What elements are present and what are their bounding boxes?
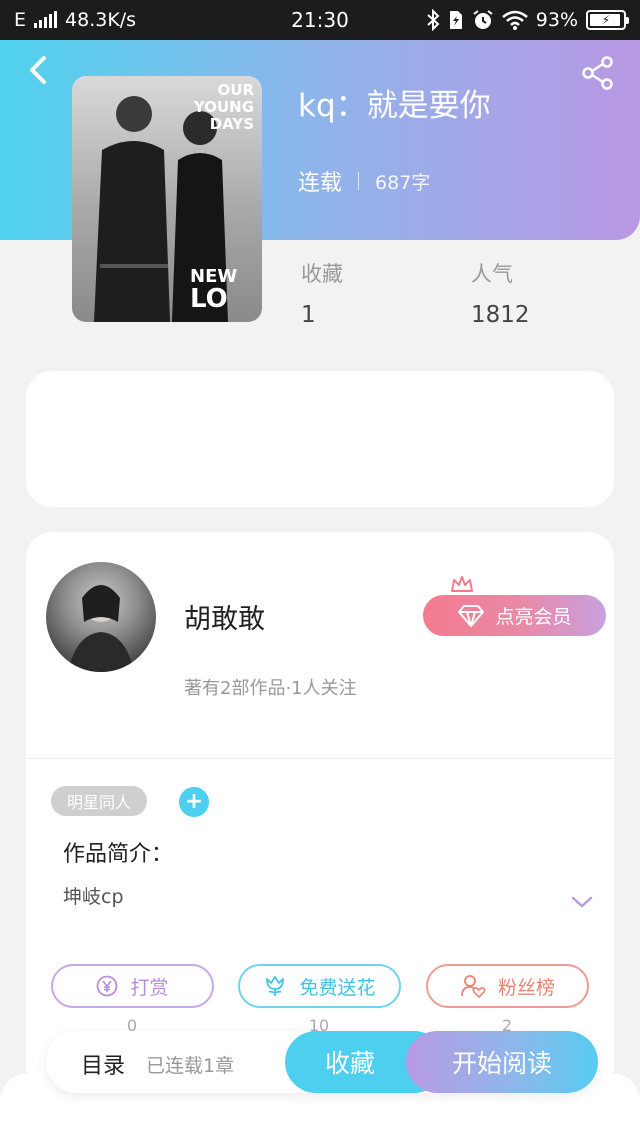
bottom-action-bar: 目录 已连载1章 收藏 开始阅读 [46, 1031, 598, 1093]
book-status: 连载 [298, 171, 343, 196]
stat-value: 1 [301, 302, 316, 328]
tag-star-fanfic[interactable]: 明星同人 [51, 786, 147, 816]
toc-button[interactable]: 目录 [81, 1048, 125, 1080]
status-right: 93% ⚡ [426, 9, 629, 31]
fan-heart-icon [461, 975, 486, 998]
sim-card-icon [449, 11, 462, 29]
avatar-figure [68, 585, 134, 672]
diamond-icon [458, 604, 485, 627]
intro-text: 坤岐cp [63, 886, 124, 908]
stat-favorites: 收藏 1 [301, 258, 343, 328]
crown-icon [451, 576, 473, 592]
cover-line: OUR [217, 81, 254, 99]
network-type: E [14, 9, 27, 31]
fan-ranking-button[interactable]: 粉丝榜 [426, 964, 589, 1008]
wifi-icon [501, 10, 528, 30]
alarm-icon [473, 10, 493, 29]
share-icon[interactable] [580, 55, 616, 91]
chevron-down-icon[interactable] [570, 894, 594, 910]
divider [26, 758, 614, 759]
cover-title-text: OUR YOUNG DAYS [194, 82, 254, 133]
book-meta: 连载 687字 [298, 165, 430, 197]
vip-label: 点亮会员 [495, 606, 572, 628]
cover-line: DAYS [209, 115, 254, 133]
book-title: kq：就是要你 [298, 88, 491, 124]
meta-divider [358, 172, 360, 190]
stat-label: 收藏 [301, 262, 343, 286]
battery-icon: ⚡ [586, 10, 629, 30]
free-flower-label: 免费送花 [299, 976, 376, 999]
start-reading-button[interactable]: 开始阅读 [406, 1031, 598, 1093]
chapter-count: 已连载1章 [146, 1055, 235, 1077]
status-left: E 48.3K/s [14, 9, 136, 31]
bluetooth-icon [427, 9, 440, 31]
tip-button[interactable]: 打赏 [51, 964, 214, 1008]
free-flower-button[interactable]: 免费送花 [238, 964, 401, 1008]
empty-card [26, 371, 614, 507]
book-cover[interactable]: OUR YOUNG DAYS NEW LO [72, 76, 262, 322]
author-info: 著有2部作品·1人关注 [184, 678, 357, 699]
fan-ranking-label: 粉丝榜 [497, 976, 555, 999]
stat-popularity: 人气 1812 [471, 258, 530, 328]
add-tag-button[interactable]: + [179, 787, 209, 817]
battery-percent: 93% [535, 9, 578, 31]
intro-label: 作品简介： [63, 842, 174, 867]
flower-icon [266, 976, 285, 996]
signal-icon [34, 11, 58, 28]
stat-value: 1812 [471, 302, 530, 328]
network-speed: 48.3K/s [65, 9, 137, 31]
tip-label: 打赏 [130, 976, 169, 999]
cover-line: YOUNG [193, 98, 254, 116]
author-name[interactable]: 胡敢敢 [184, 597, 265, 636]
status-bar: E 48.3K/s 21:30 93% ⚡ [0, 0, 640, 40]
yuan-coin-icon [97, 975, 118, 997]
cover-line: LO [190, 284, 228, 314]
vip-button[interactable]: 点亮会员 [423, 595, 606, 636]
word-count: 687字 [375, 171, 431, 194]
stat-label: 人气 [471, 262, 513, 286]
back-icon[interactable] [22, 52, 58, 88]
avatar[interactable] [46, 562, 156, 672]
cover-subtitle-text: NEW LO [190, 266, 237, 314]
author-card: 胡敢敢 著有2部作品·1人关注 点亮会员 明星同人 + 作品简介： 坤岐cp 打… [26, 532, 614, 1092]
